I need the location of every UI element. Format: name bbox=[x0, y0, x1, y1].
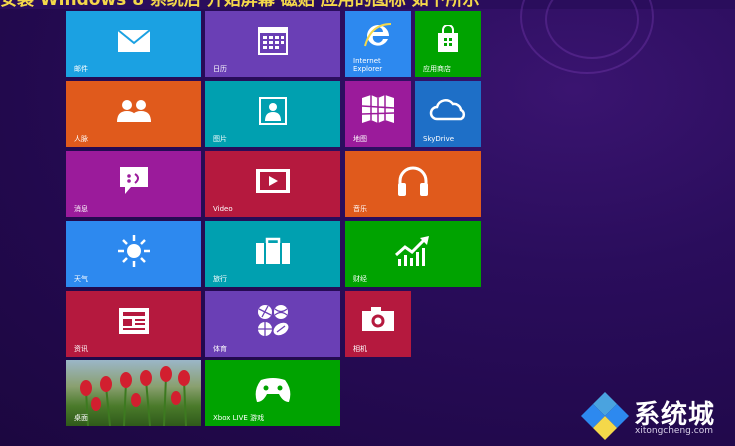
brand-url: xitongcheng.com bbox=[635, 426, 713, 436]
tile-travel[interactable]: 旅行 bbox=[205, 221, 340, 287]
sports-balls-icon bbox=[254, 303, 292, 339]
tile-label: SkyDrive bbox=[423, 135, 455, 143]
tile-label: 地图 bbox=[353, 135, 367, 143]
calendar-icon bbox=[257, 26, 288, 55]
tile-mail[interactable]: 邮件 bbox=[66, 11, 201, 77]
tile-calendar[interactable]: 日历 bbox=[205, 11, 340, 77]
sun-icon bbox=[117, 234, 151, 268]
tile-xbox[interactable]: Xbox LIVE 游戏 bbox=[205, 360, 340, 426]
brand-diamond-icon bbox=[581, 392, 629, 440]
tile-label: Internet Explorer bbox=[353, 57, 383, 73]
shopping-bag-icon bbox=[436, 24, 460, 53]
tile-messaging[interactable]: 消息 bbox=[66, 151, 201, 217]
tile-label: 财经 bbox=[353, 275, 367, 283]
people-icon bbox=[116, 99, 152, 123]
watermark-logo: 系统城 xitongcheng.com bbox=[580, 390, 730, 440]
tile-video[interactable]: Video bbox=[205, 151, 340, 217]
tile-label: 图片 bbox=[213, 135, 227, 143]
tile-desktop[interactable]: 桌面 bbox=[66, 360, 201, 426]
tile-sports[interactable]: 体育 bbox=[205, 291, 340, 357]
tile-label: Xbox LIVE 游戏 bbox=[213, 414, 265, 422]
tile-label: 应用商店 bbox=[423, 65, 451, 73]
tile-music[interactable]: 音乐 bbox=[345, 151, 481, 217]
tile-news[interactable]: 资讯 bbox=[66, 291, 201, 357]
tile-label: 旅行 bbox=[213, 275, 227, 283]
tile-label: 人脉 bbox=[74, 135, 88, 143]
tile-maps[interactable]: 地图 bbox=[345, 81, 411, 147]
tile-weather[interactable]: 天气 bbox=[66, 221, 201, 287]
tile-label: 桌面 bbox=[74, 414, 88, 422]
chat-bubble-icon bbox=[119, 166, 149, 196]
map-icon bbox=[361, 94, 395, 124]
tile-label: 天气 bbox=[74, 275, 88, 283]
video-play-icon bbox=[255, 168, 291, 194]
camera-icon bbox=[361, 306, 395, 332]
chart-up-icon bbox=[394, 235, 432, 267]
internet-explorer-icon bbox=[363, 20, 393, 50]
headphones-icon bbox=[396, 165, 430, 197]
tile-people[interactable]: 人脉 bbox=[66, 81, 201, 147]
newspaper-icon bbox=[118, 307, 150, 335]
tile-label: 音乐 bbox=[353, 205, 367, 213]
tile-finance[interactable]: 财经 bbox=[345, 221, 481, 287]
tile-internet-explorer[interactable]: Internet Explorer bbox=[345, 11, 411, 77]
tile-label: 邮件 bbox=[74, 65, 88, 73]
tile-label: Video bbox=[213, 205, 233, 213]
cloud-icon bbox=[429, 97, 467, 121]
mail-icon bbox=[116, 28, 151, 53]
banner-text: 安装 Windows 8 系统后 开始屏幕 磁贴 应用的图标 如下所示 bbox=[0, 0, 480, 9]
tile-label: 消息 bbox=[74, 205, 88, 213]
suitcase-icon bbox=[255, 237, 291, 265]
tile-camera[interactable]: 相机 bbox=[345, 291, 411, 357]
tile-label: 资讯 bbox=[74, 345, 88, 353]
tile-label: 相机 bbox=[353, 345, 367, 353]
tile-label: 日历 bbox=[213, 65, 227, 73]
tile-store[interactable]: 应用商店 bbox=[415, 11, 481, 77]
photo-icon bbox=[258, 96, 287, 125]
tile-photos[interactable]: 图片 bbox=[205, 81, 340, 147]
game-controller-icon bbox=[253, 376, 293, 404]
tile-label: 体育 bbox=[213, 345, 227, 353]
tile-skydrive[interactable]: SkyDrive bbox=[415, 81, 481, 147]
